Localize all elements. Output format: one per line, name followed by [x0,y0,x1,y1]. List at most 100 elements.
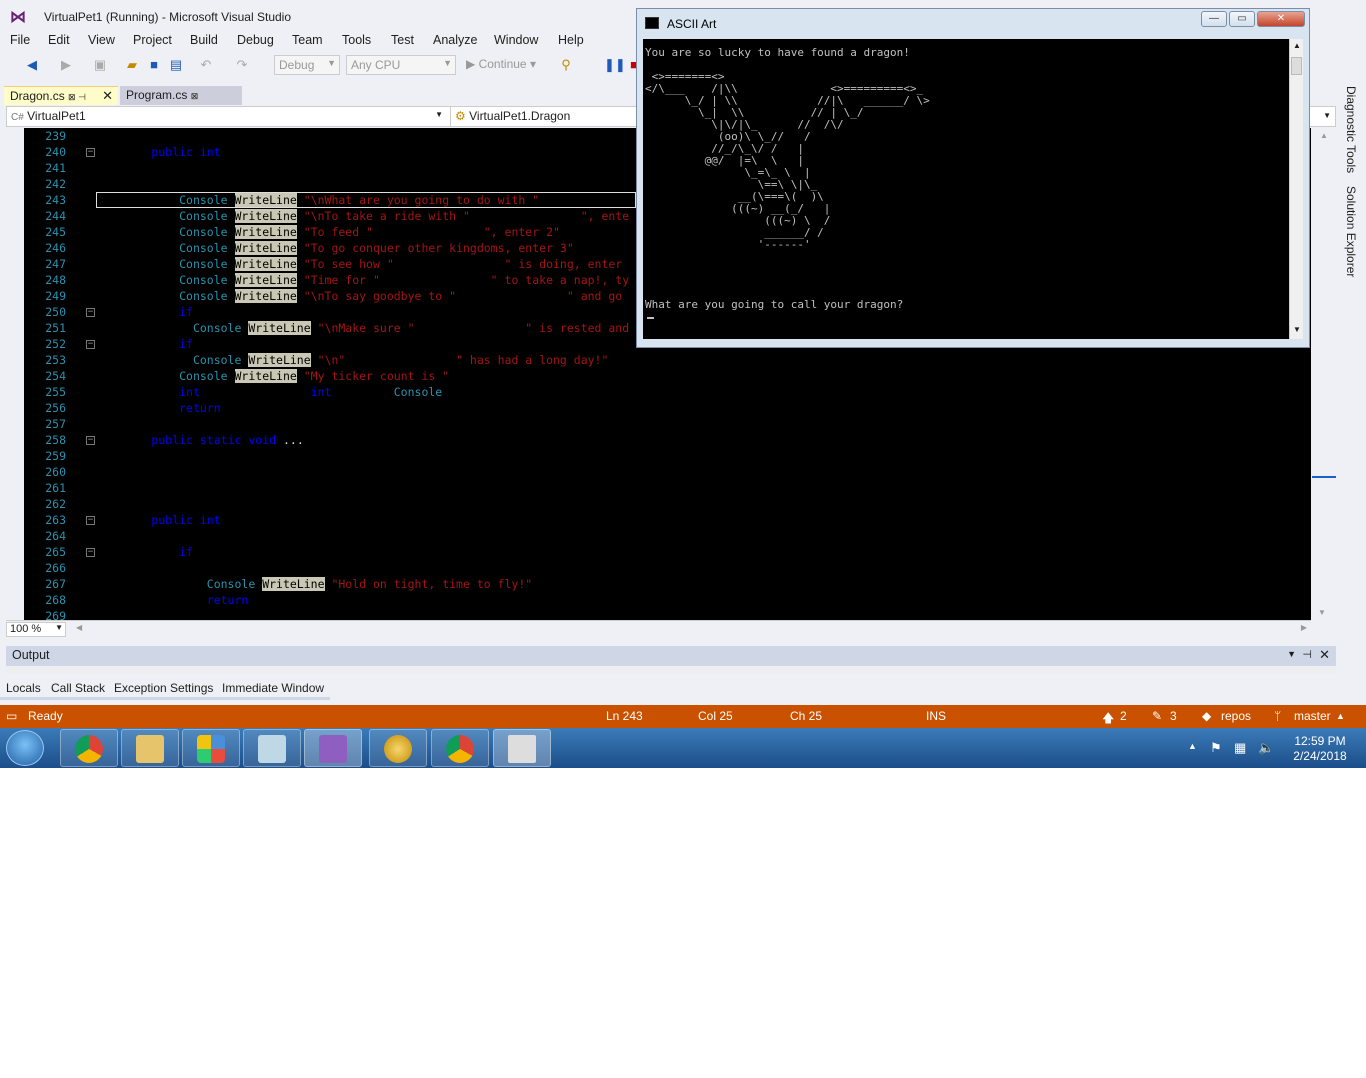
show-hidden-icons-icon[interactable]: ▲ [1188,741,1197,751]
class-dropdown[interactable]: ⚙ VirtualPet1.Dragon [450,107,650,126]
network-icon[interactable]: ▦ [1234,740,1246,756]
menu-debug[interactable]: Debug [237,33,274,47]
tab-dragon-cs[interactable]: Dragon.cs ⊠ ⊣ ✕ [4,86,118,105]
output-title: Output [12,648,50,662]
pin-icon[interactable]: ⊣ [1302,648,1312,661]
tab-exception-settings[interactable]: Exception Settings [108,678,220,700]
code-line[interactable]: 255 int int Console [6,384,1311,400]
menu-help[interactable]: Help [558,33,584,47]
project-dropdown[interactable]: C# VirtualPet1 ▼ [7,107,447,126]
solution-explorer-tab[interactable]: Solution Explorer [1344,186,1358,277]
code-line[interactable]: 261 [6,480,1311,496]
pin-icon[interactable]: ⊠ ⊣ [68,92,86,102]
code-line[interactable]: 264 [6,528,1311,544]
diagnostic-tools-tab[interactable]: Diagnostic Tools [1344,86,1358,173]
collapse-toggle-icon[interactable]: − [86,308,95,317]
code-line[interactable]: 265 − if [6,544,1311,560]
status-branch[interactable]: master [1294,709,1331,723]
menu-window[interactable]: Window [494,33,538,47]
console-scrollbar[interactable]: ▲ ▼ [1289,39,1303,339]
save-all-icon[interactable]: ▤ [168,57,184,73]
status-changes[interactable]: 3 [1170,709,1177,723]
taskbar-visual-studio[interactable] [304,729,362,767]
code-line[interactable]: 253 Console WriteLine "\n" " has had a l… [6,352,1311,368]
configuration-combo[interactable]: Debug ▼ [274,55,340,75]
tab-program-cs[interactable]: Program.cs ⊠ [120,86,242,105]
code-line[interactable]: 260 [6,464,1311,480]
taskbar-chrome-2[interactable] [431,729,489,767]
menu-tools[interactable]: Tools [342,33,371,47]
forward-icon[interactable]: ▶ [58,57,74,73]
code-line[interactable]: 257 [6,416,1311,432]
close-button[interactable]: ✕ [1257,11,1305,27]
platform-combo[interactable]: Any CPU ▼ [346,55,456,75]
collapse-toggle-icon[interactable]: − [86,340,95,349]
status-unpushed[interactable]: 2 [1120,709,1127,723]
close-icon[interactable]: ✕ [102,88,113,104]
open-file-icon[interactable]: ▰ [124,57,140,73]
scroll-up-icon[interactable]: ▲ [1293,41,1301,50]
code-text: return [206,593,249,607]
menu-team[interactable]: Team [292,33,323,47]
undo-icon[interactable]: ↶ [198,57,214,73]
menu-project[interactable]: Project [133,33,172,47]
status-repo[interactable]: repos [1221,709,1251,723]
continue-button[interactable]: ▶ Continue ▾ [466,57,536,71]
scroll-left-icon[interactable]: ◀ [76,623,82,632]
code-line[interactable]: 268 return [6,592,1311,608]
editor-vertical-scrollbar[interactable]: ▲ ▼ [1312,128,1336,620]
code-line[interactable]: 269 [6,608,1311,620]
code-line[interactable]: 258 − public static void ... [6,432,1311,448]
pin-icon[interactable]: ⊠ [191,91,199,101]
taskbar-explorer[interactable] [121,729,179,767]
collapse-toggle-icon[interactable]: − [86,548,95,557]
menu-analyze[interactable]: Analyze [433,33,477,47]
taskbar-notes[interactable] [243,729,301,767]
close-icon[interactable]: ✕ [1319,647,1330,663]
action-center-icon[interactable]: ⚑ [1210,740,1222,756]
back-icon[interactable]: ◀ [24,57,40,73]
scroll-right-icon[interactable]: ▶ [1301,623,1307,632]
save-icon[interactable]: ■ [146,57,162,73]
scroll-up-icon[interactable]: ▲ [1320,131,1328,140]
zoom-combo[interactable]: 100 % ▼ [6,622,66,637]
scroll-thumb[interactable] [1291,57,1302,75]
code-line[interactable]: 266 [6,560,1311,576]
menu-edit[interactable]: Edit [48,33,70,47]
tab-locals[interactable]: Locals [0,678,47,700]
menu-view[interactable]: View [88,33,115,47]
console-window[interactable]: ASCII Art — ▭ ✕ You are so lucky to have… [636,8,1310,348]
code-line[interactable]: 262 [6,496,1311,512]
tab-immediate-window[interactable]: Immediate Window [216,678,331,700]
find-icon[interactable]: ⚲ [558,57,574,73]
taskbar-paint[interactable] [369,729,427,767]
menu-file[interactable]: File [10,33,30,47]
member-dropdown-chevron-icon[interactable]: ▼ [1323,111,1331,120]
taskbar-chrome[interactable] [60,729,118,767]
collapse-toggle-icon[interactable]: − [86,148,95,157]
code-line[interactable]: 267 Console WriteLine "Hold on tight, ti… [6,576,1311,592]
volume-icon[interactable]: 🔈 [1258,740,1274,756]
code-line[interactable]: 263 − public int [6,512,1311,528]
menu-build[interactable]: Build [190,33,218,47]
minimize-button[interactable]: — [1201,11,1227,27]
pause-icon[interactable]: ❚❚ [604,57,626,73]
maximize-button[interactable]: ▭ [1229,11,1255,27]
menu-test[interactable]: Test [391,33,414,47]
tab-call-stack[interactable]: Call Stack [45,678,112,700]
taskbar-app[interactable] [182,729,240,767]
scroll-down-icon[interactable]: ▼ [1293,325,1301,334]
scroll-down-icon[interactable]: ▼ [1318,608,1326,617]
clock[interactable]: 12:59 PM 2/24/2018 [1284,734,1356,764]
redo-icon[interactable]: ↷ [234,57,250,73]
chevron-down-icon[interactable]: ▼ [1287,649,1296,659]
console-output[interactable]: You are so lucky to have found a dragon!… [643,39,1289,339]
new-project-icon[interactable]: ▣ [92,57,108,73]
code-line[interactable]: 256 return [6,400,1311,416]
start-button-icon[interactable] [6,730,44,766]
collapse-toggle-icon[interactable]: − [86,436,95,445]
collapse-toggle-icon[interactable]: − [86,516,95,525]
code-line[interactable]: 254 Console WriteLine "My ticker count i… [6,368,1311,384]
code-line[interactable]: 259 [6,448,1311,464]
taskbar-console[interactable] [493,729,551,767]
